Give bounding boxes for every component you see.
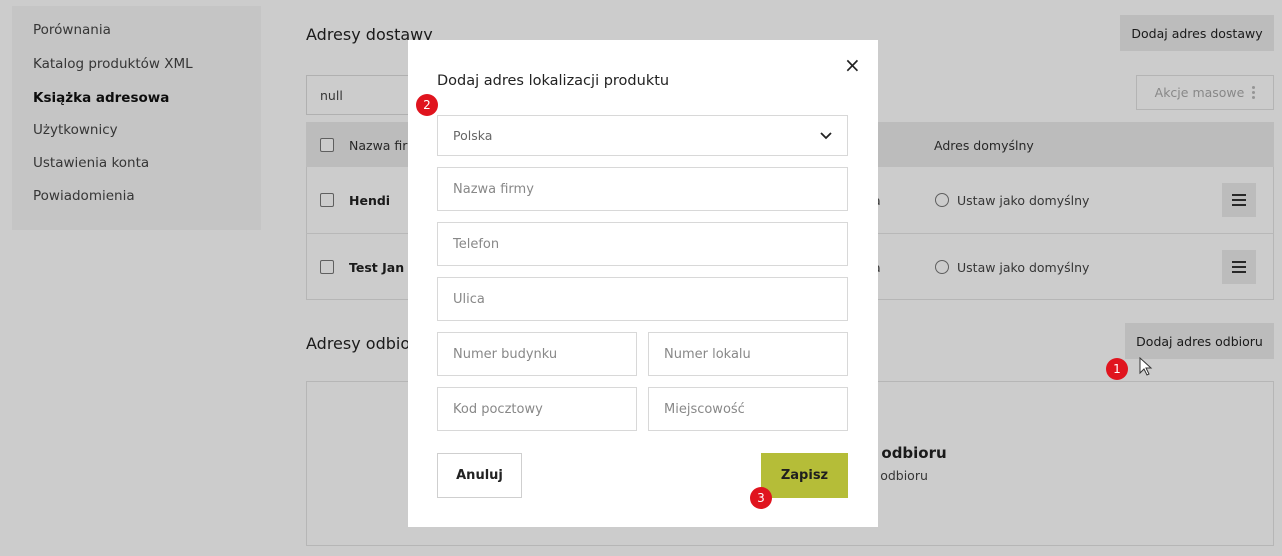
chevron-down-icon	[820, 131, 832, 139]
phone-placeholder: Telefon	[453, 236, 500, 252]
cancel-button[interactable]: Anuluj	[437, 453, 522, 498]
city-placeholder: Miejscowość	[664, 401, 745, 417]
annotation-badge-1: 1	[1106, 358, 1128, 380]
building-number-field[interactable]: Numer budynku	[437, 332, 637, 376]
phone-field[interactable]: Telefon	[437, 222, 848, 266]
city-field[interactable]: Miejscowość	[648, 387, 848, 431]
annotation-badge-2: 2	[416, 94, 438, 116]
annotation-badge-3: 3	[750, 487, 772, 509]
save-button[interactable]: Zapisz	[761, 453, 848, 498]
company-name-field[interactable]: Nazwa firmy	[437, 167, 848, 211]
street-placeholder: Ulica	[453, 291, 485, 307]
postal-code-field[interactable]: Kod pocztowy	[437, 387, 637, 431]
close-icon[interactable]: ×	[844, 55, 861, 75]
unit-number-placeholder: Numer lokalu	[664, 346, 751, 362]
unit-number-field[interactable]: Numer lokalu	[648, 332, 848, 376]
street-field[interactable]: Ulica	[437, 277, 848, 321]
building-number-placeholder: Numer budynku	[453, 346, 558, 362]
country-select-value: Polska	[453, 128, 493, 143]
postal-code-placeholder: Kod pocztowy	[453, 401, 543, 417]
company-name-placeholder: Nazwa firmy	[453, 181, 534, 197]
cursor-arrow-icon	[1139, 357, 1153, 376]
country-select[interactable]: Polska	[437, 115, 848, 156]
modal-title: Dodaj adres lokalizacji produktu	[437, 73, 670, 89]
